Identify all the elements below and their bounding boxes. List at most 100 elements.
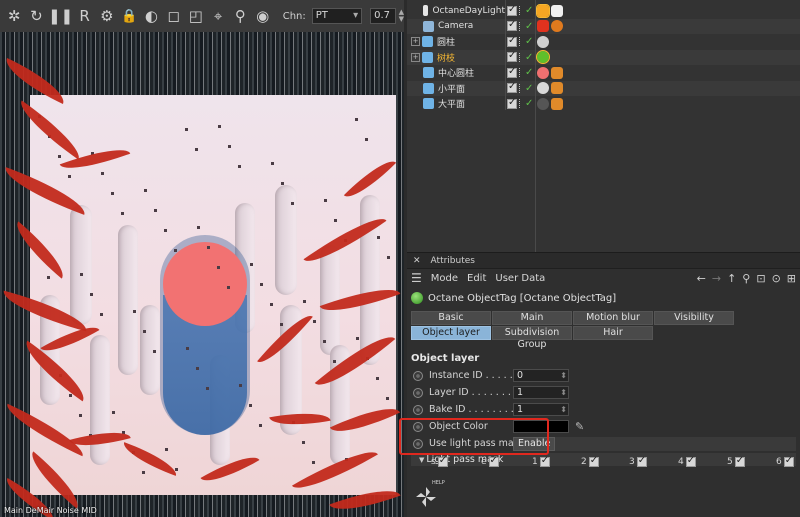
mask-channel-checkbox[interactable] [588,455,599,467]
layer-checkbox[interactable] [507,19,517,31]
expand-toggle-icon[interactable]: + [411,37,420,46]
tab-main[interactable]: Main [492,311,572,325]
keyframe-icon[interactable] [413,404,423,415]
refresh-icon[interactable]: ↻ [26,4,46,28]
object-name[interactable]: 中心圆柱 [407,65,505,80]
layer-checkbox[interactable] [507,50,517,62]
bake-id-field[interactable]: 1 [513,403,569,416]
eyedropper-icon[interactable]: ✎ [575,420,584,433]
visibility-dots-icon[interactable] [519,83,522,93]
lock-icon[interactable]: ⊡ [756,272,765,285]
expand-icon[interactable]: ⊞ [787,272,796,285]
tag-icon[interactable] [551,66,563,79]
tag-icon[interactable] [536,3,550,18]
octane-help-icon[interactable] [413,484,439,510]
keyframe-icon[interactable] [413,387,423,398]
object-name[interactable]: 小平面 [407,81,505,96]
mask-channel-checkbox[interactable] [636,455,647,467]
visibility-dots-icon[interactable] [519,52,522,62]
tab-motion-blur[interactable]: Motion blur [573,311,653,325]
tab-object-layer[interactable]: Object layer [411,326,491,340]
octane-live-viewer[interactable]: ✲↻❚❚R⚙🔒◐◻◰⌖⚲◉ Chn: PT 0.7 ▲▼ Main DeMair… [0,0,404,517]
visibility-dots-icon[interactable] [519,68,522,77]
menu-edit[interactable]: Edit [467,273,486,284]
enabled-check-icon[interactable]: ✓ [525,67,533,78]
tag-icon[interactable] [551,97,563,110]
keyframe-icon[interactable] [413,370,423,381]
menu-mode[interactable]: Mode [431,273,458,284]
close-icon[interactable]: ✕ [413,256,421,266]
object-name[interactable]: OctaneDayLight [407,3,505,18]
pause-icon[interactable]: ❚❚ [48,4,73,28]
mask-channel-checkbox[interactable] [437,455,448,467]
enabled-check-icon[interactable]: ✓ [525,52,533,63]
octane-logo-icon[interactable]: ✲ [4,4,24,28]
forward-arrow-icon[interactable]: → [712,272,721,285]
tag-icon[interactable] [537,82,549,94]
tab-basic[interactable]: Basic [411,311,491,325]
visibility-dots-icon[interactable] [519,21,522,31]
expand-toggle-icon[interactable]: + [411,52,420,62]
tag-icon[interactable] [551,82,563,94]
layer-checkbox[interactable] [507,66,517,78]
visibility-dots-icon[interactable] [519,6,522,15]
layer-checkbox[interactable] [507,97,517,109]
channel-select[interactable]: PT [311,8,363,24]
settings-gear-icon[interactable]: ⚙ [97,4,117,28]
menu-user-data[interactable]: User Data [495,273,545,284]
tag-icon[interactable] [537,97,549,110]
back-arrow-icon[interactable]: ← [697,272,706,285]
mask-channel-checkbox[interactable] [783,455,794,467]
object-row[interactable]: OctaneDayLight ✓ [407,3,800,18]
region-icon[interactable]: ◻ [164,4,184,28]
tag-icon[interactable] [537,35,549,48]
enabled-check-icon[interactable]: ✓ [525,21,533,32]
enabled-check-icon[interactable]: ✓ [525,83,533,94]
lock-icon[interactable]: 🔒 [119,4,139,28]
object-name[interactable]: + 树枝 [407,50,505,65]
layer-checkbox[interactable] [507,35,517,47]
enabled-check-icon[interactable]: ✓ [525,98,533,109]
mask-channel-checkbox[interactable] [488,455,499,467]
layer-id-field[interactable]: 1 [513,386,569,399]
object-row[interactable]: 小平面 ✓ [407,80,800,96]
film-region-icon[interactable]: ◰ [186,4,206,28]
layer-checkbox[interactable] [507,81,517,93]
tag-icon[interactable] [536,50,550,64]
search-icon[interactable]: ⚲ [742,272,750,285]
object-row[interactable]: 中心圆柱 ✓ [407,65,800,80]
tag-icon[interactable] [537,66,549,79]
enabled-check-icon[interactable]: ✓ [525,36,533,47]
object-row[interactable]: 大平面 ✓ [407,96,800,111]
tag-icon[interactable] [537,20,549,32]
enabled-check-icon[interactable]: ✓ [525,5,533,16]
object-row[interactable]: + 圆柱 ✓ [407,34,800,49]
layer-checkbox[interactable] [507,4,517,16]
object-row[interactable]: + 树枝 ✓ [407,49,800,65]
object-name[interactable]: Camera [407,19,505,34]
visibility-dots-icon[interactable] [519,99,522,108]
mask-channel-checkbox[interactable] [685,455,696,467]
mask-channel-checkbox[interactable] [539,455,550,467]
material-ball-icon[interactable]: ◐ [141,4,161,28]
mask-channel-checkbox[interactable] [734,455,745,467]
tag-icon[interactable] [551,20,563,32]
tab-visibility[interactable]: Visibility [654,311,734,325]
instance-id-field[interactable]: 0 [513,369,569,382]
world-icon[interactable]: ◉ [253,4,273,28]
region-render-icon[interactable]: R [75,4,95,28]
up-arrow-icon[interactable]: ↑ [727,272,736,285]
gamma-stepper-icon[interactable]: ▲ ▼ [399,9,404,23]
object-name[interactable]: + 圆柱 [407,34,505,49]
hamburger-menu-icon[interactable]: ☰ [411,271,422,285]
visibility-dots-icon[interactable] [519,37,522,46]
focus-picker-icon[interactable]: ⌖ [208,4,228,28]
gamma-field[interactable]: 0.7 [370,8,396,24]
tab-subdivision-group[interactable]: Subdivision Group [492,326,572,350]
object-row[interactable]: Camera ✓ [407,18,800,34]
tag-icon[interactable] [551,4,563,17]
new-panel-icon[interactable]: ⊙ [772,272,781,285]
object-name[interactable]: 大平面 [407,96,505,111]
tab-hair[interactable]: Hair [573,326,653,340]
pin-icon[interactable]: ⚲ [230,4,250,28]
